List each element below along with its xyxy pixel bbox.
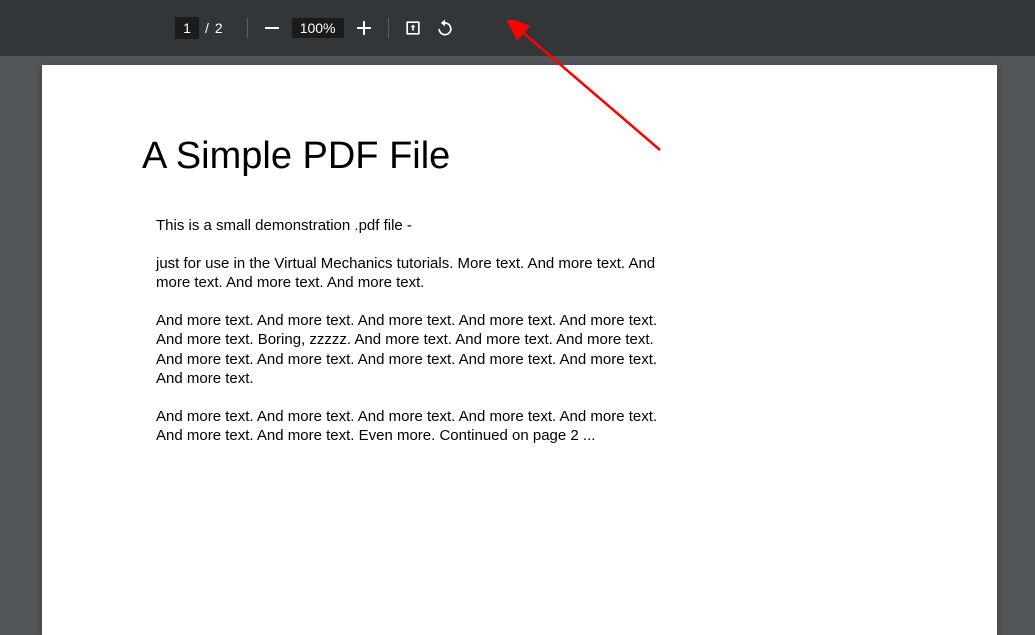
plus-icon <box>357 21 371 35</box>
zoom-level[interactable]: 100% <box>292 18 344 38</box>
pdf-page: A Simple PDF File This is a small demons… <box>42 65 997 635</box>
paragraph: This is a small demonstration .pdf file … <box>156 216 676 236</box>
paragraph: And more text. And more text. And more t… <box>156 311 676 389</box>
toolbar-divider <box>247 18 248 38</box>
total-pages: 2 <box>215 20 223 36</box>
pdf-viewer-area[interactable]: A Simple PDF File This is a small demons… <box>0 65 1035 635</box>
zoom-in-button[interactable] <box>348 12 380 44</box>
rotate-button[interactable] <box>429 12 461 44</box>
paragraph: just for use in the Virtual Mechanics tu… <box>156 254 676 293</box>
pdf-toolbar: / 2 100% <box>0 0 1035 56</box>
paragraph: And more text. And more text. And more t… <box>156 407 676 446</box>
current-page-input[interactable] <box>175 17 199 39</box>
document-body: This is a small demonstration .pdf file … <box>156 216 676 446</box>
page-separator: / <box>205 20 209 36</box>
minus-icon <box>265 27 279 29</box>
fit-to-page-button[interactable] <box>397 12 429 44</box>
zoom-out-button[interactable] <box>256 12 288 44</box>
document-title: A Simple PDF File <box>142 135 897 178</box>
rotate-icon <box>435 18 455 38</box>
toolbar-divider <box>388 18 389 38</box>
fit-page-icon <box>403 18 423 38</box>
